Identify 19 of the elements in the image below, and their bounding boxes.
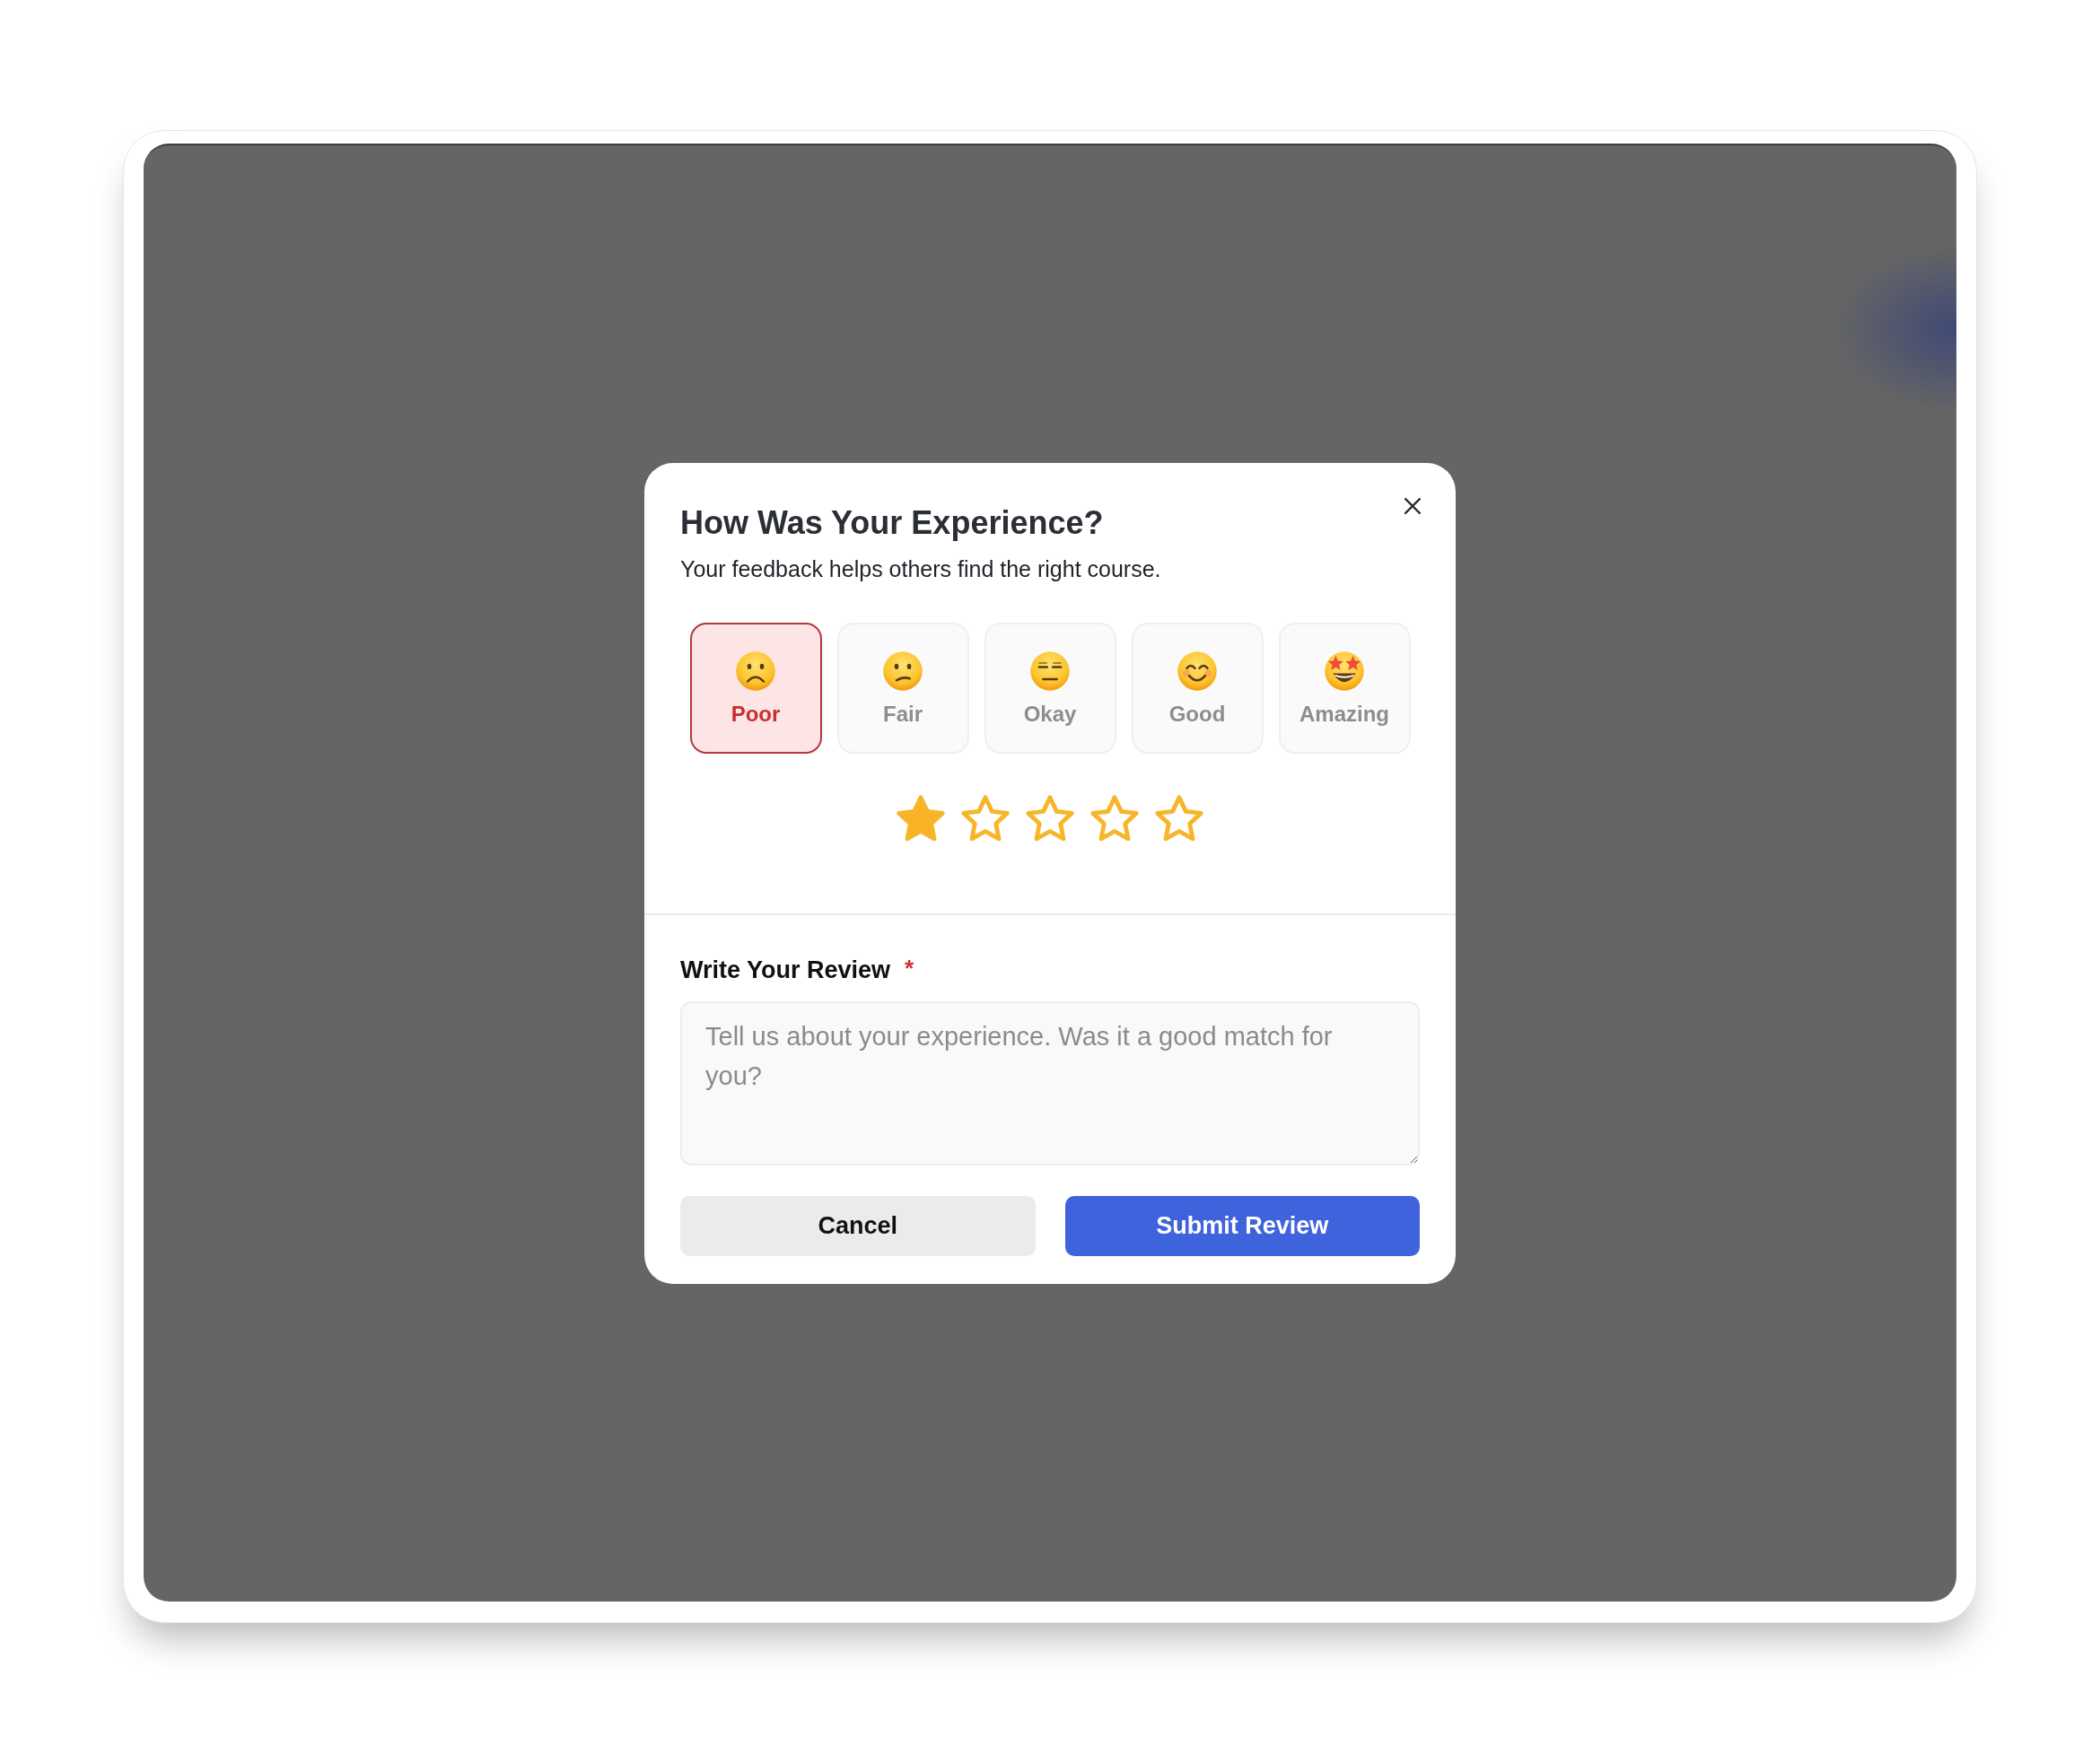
required-asterisk: * [905, 955, 914, 982]
dialog-subtitle: Your feedback helps others find the right course. [680, 555, 1161, 583]
expressionless-face-icon [1029, 650, 1071, 692]
star-eyed-face-icon [1324, 650, 1365, 692]
review-label: Write Your Review [680, 956, 891, 985]
cancel-button[interactable]: Cancel [680, 1196, 1036, 1256]
mood-option[interactable]: Poor [689, 623, 822, 754]
mood-option[interactable]: Amazing [1278, 623, 1411, 754]
close-icon [1404, 498, 1421, 514]
confused-face-icon [882, 650, 923, 692]
submit-button[interactable]: Submit Review [1064, 1196, 1420, 1256]
mood-option[interactable]: Good [1131, 623, 1264, 754]
review-textarea[interactable]: Tell us about your experience. Was it a good match for you? [680, 1001, 1420, 1165]
mood-option[interactable]: Okay [984, 623, 1116, 754]
smiling-face-icon [1177, 650, 1218, 692]
frowning-face-icon [735, 650, 776, 692]
dialog-title: How Was Your Experience? [680, 503, 1105, 542]
close-button[interactable] [1404, 498, 1421, 514]
mood-option[interactable]: Fair [836, 623, 969, 754]
